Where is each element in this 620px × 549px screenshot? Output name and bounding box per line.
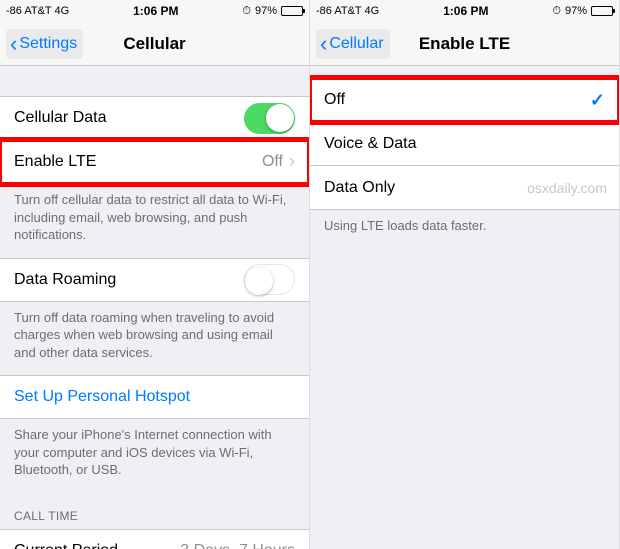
chevron-left-icon: ‹ xyxy=(10,33,17,55)
calltime-header: CALL TIME xyxy=(0,493,309,529)
row-personal-hotspot[interactable]: Set Up Personal Hotspot xyxy=(0,375,309,419)
chevron-right-icon: › xyxy=(289,151,295,172)
back-label: Cellular xyxy=(329,35,383,53)
current-period-label: Current Period xyxy=(14,542,180,549)
back-label: Settings xyxy=(19,35,77,53)
status-time: 1:06 PM xyxy=(133,4,178,18)
settings-list: Cellular Data Enable LTE Off › Turn off … xyxy=(0,66,309,549)
status-bar: -86 AT&T 4G 1:06 PM ⏱ 97% xyxy=(310,0,619,22)
option-voice-data[interactable]: Voice & Data xyxy=(310,122,619,166)
alarm-icon: ⏱ xyxy=(552,5,561,18)
status-bar: -86 AT&T 4G 1:06 PM ⏱ 97% xyxy=(0,0,309,22)
cellular-data-toggle[interactable] xyxy=(244,103,295,134)
lte-options-list: Off ✓ Voice & Data Data Only osxdaily.co… xyxy=(310,66,619,549)
checkmark-icon: ✓ xyxy=(590,90,605,111)
option-off-label: Off xyxy=(324,91,590,109)
option-data-only[interactable]: Data Only osxdaily.com xyxy=(310,166,619,210)
watermark-text: osxdaily.com xyxy=(527,180,607,196)
nav-bar: ‹ Settings Cellular xyxy=(0,22,309,66)
status-time: 1:06 PM xyxy=(443,4,488,18)
chevron-left-icon: ‹ xyxy=(320,33,327,55)
battery-percent: 97% xyxy=(255,5,277,17)
back-button[interactable]: ‹ Settings xyxy=(6,29,83,59)
signal-text: -86 AT&T 4G xyxy=(316,5,379,17)
nav-bar: ‹ Cellular Enable LTE xyxy=(310,22,619,66)
hotspot-label: Set Up Personal Hotspot xyxy=(14,388,295,406)
cellular-data-label: Cellular Data xyxy=(14,109,244,127)
enable-lte-value: Off xyxy=(262,153,283,171)
current-period-value: 3 Days, 7 Hours xyxy=(180,542,295,549)
row-enable-lte[interactable]: Enable LTE Off › xyxy=(0,140,309,184)
data-roaming-toggle[interactable] xyxy=(244,264,295,295)
footer-data-roaming: Turn off data roaming when traveling to … xyxy=(0,302,309,376)
data-roaming-label: Data Roaming xyxy=(14,271,244,289)
row-cellular-data[interactable]: Cellular Data xyxy=(0,96,309,140)
screen-enable-lte: -86 AT&T 4G 1:06 PM ⏱ 97% ‹ Cellular Ena… xyxy=(310,0,620,549)
row-current-period: Current Period 3 Days, 7 Hours xyxy=(0,529,309,549)
option-off[interactable]: Off ✓ xyxy=(310,78,619,122)
footer-hotspot: Share your iPhone's Internet connection … xyxy=(0,419,309,493)
enable-lte-label: Enable LTE xyxy=(14,153,262,171)
row-data-roaming[interactable]: Data Roaming xyxy=(0,258,309,302)
back-button[interactable]: ‹ Cellular xyxy=(316,29,390,59)
battery-percent: 97% xyxy=(565,5,587,17)
option-voice-data-label: Voice & Data xyxy=(324,135,605,153)
signal-text: -86 AT&T 4G xyxy=(6,5,69,17)
screen-cellular: -86 AT&T 4G 1:06 PM ⏱ 97% ‹ Settings Cel… xyxy=(0,0,310,549)
footer-cellular-data: Turn off cellular data to restrict all d… xyxy=(0,184,309,258)
battery-icon xyxy=(281,6,303,16)
alarm-icon: ⏱ xyxy=(242,5,251,18)
footer-lte: Using LTE loads data faster. xyxy=(310,210,619,249)
battery-icon xyxy=(591,6,613,16)
